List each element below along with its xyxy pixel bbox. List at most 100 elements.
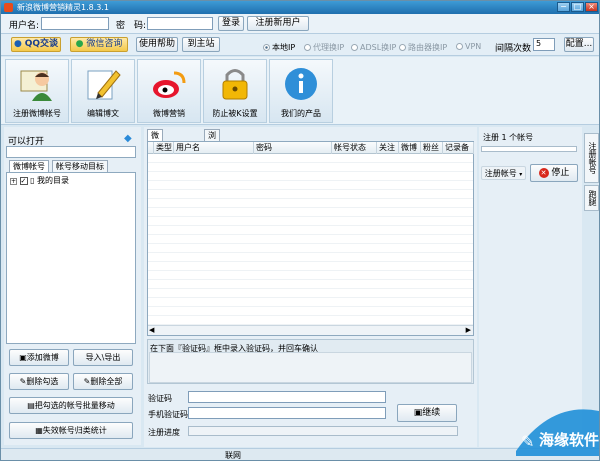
move-icon: ▤ xyxy=(27,401,35,410)
register-progress-bar xyxy=(188,426,458,436)
radio-vpn[interactable]: VPN xyxy=(456,42,481,51)
stop-icon: ✕ xyxy=(538,168,549,178)
horizontal-scrollbar[interactable]: ◀ ▶ xyxy=(148,325,473,335)
register-account-dropdown[interactable]: 注册帐号 ▾ xyxy=(481,166,526,180)
info-icon xyxy=(285,68,317,100)
tab-weibo-accounts[interactable]: 微博帐号 xyxy=(9,160,49,172)
scroll-left-icon[interactable]: ◀ xyxy=(149,326,154,334)
radio-label: 路由器换IP xyxy=(408,43,448,52)
radio-local-ip[interactable]: 本地IP xyxy=(263,42,295,53)
user-reading-icon xyxy=(20,70,52,101)
tab-move-target[interactable]: 帐号移动目标 xyxy=(52,160,108,172)
watermark-logo: 海缘软件 ✎ xyxy=(516,409,599,456)
registered-count-label: 注册 1 个帐号 xyxy=(483,133,534,142)
col-status[interactable]: 帐号状态 xyxy=(332,142,377,154)
tab-browser-ops[interactable]: 浏览器操作 xyxy=(204,129,220,184)
svg-text:海缘软件: 海缘软件 xyxy=(539,431,599,449)
anti-ban-label: 防止被K设置 xyxy=(212,109,258,118)
wechat-consult-button[interactable]: ● 微信咨询 xyxy=(70,37,128,52)
weibo-icon xyxy=(153,71,186,98)
our-products-label: 我们的产品 xyxy=(281,109,321,118)
batch-move-label: 把勾选的帐号批量移动 xyxy=(34,401,115,410)
continue-button[interactable]: ▣继续 xyxy=(397,404,457,422)
register-weibo-button[interactable]: 注册微博帐号 xyxy=(5,59,69,123)
username-input[interactable] xyxy=(41,17,109,30)
radio-adsl-ip[interactable]: ADSL换IP xyxy=(351,42,396,53)
add-weibo-button[interactable]: ▣添加微博 xyxy=(9,349,69,366)
stop-button[interactable]: ✕ 停止 xyxy=(530,164,578,182)
config-button[interactable]: 配置... xyxy=(564,37,594,52)
edit-post-button[interactable]: 编辑博文 xyxy=(71,59,135,123)
window-title: 新浪微博营销精灵1.8.3.1 xyxy=(17,3,109,12)
batch-move-button[interactable]: ▤把勾选的帐号批量移动 xyxy=(9,397,133,414)
login-button[interactable]: 登录 xyxy=(218,16,244,31)
toolbar: ● QQ交谈 ● 微信咨询 使用帮助 到主站 本地IP 代理换IP ADSL换I… xyxy=(1,34,599,56)
radio-dot-icon xyxy=(351,44,358,51)
delete-checked-label: 删除勾选 xyxy=(26,377,59,386)
anti-ban-button[interactable]: 防止被K设置 xyxy=(203,59,267,123)
login-bar: 用户名: 密 码: 登录 注册新用户 xyxy=(1,14,599,34)
captcha-area: 在下面『验证码』框中录入验证码，并回车确认 xyxy=(147,339,474,384)
folder-icon: ▯ xyxy=(30,176,35,185)
weibo-marketing-button[interactable]: 微博营销 xyxy=(137,59,201,123)
minimize-button[interactable]: − xyxy=(557,2,570,12)
col-type[interactable]: 类型 xyxy=(154,142,174,154)
expand-icon[interactable]: + xyxy=(10,178,17,185)
radio-dot-icon xyxy=(399,44,406,51)
col-username[interactable]: 用户名 xyxy=(174,142,254,154)
register-user-button[interactable]: 注册新用户 xyxy=(247,16,309,31)
captcha-label: 验证码 xyxy=(148,394,172,403)
maximize-button[interactable]: □ xyxy=(571,2,584,12)
delete-all-button[interactable]: ✎删除全部 xyxy=(73,373,133,390)
stop-label: 停止 xyxy=(551,168,570,178)
radio-router-ip[interactable]: 路由器换IP xyxy=(399,42,447,53)
interval-label: 间隔次数 xyxy=(495,44,532,54)
radio-dot-icon xyxy=(304,44,311,51)
col-follow[interactable]: 关注 xyxy=(377,142,399,154)
svg-text:✎: ✎ xyxy=(521,432,534,451)
col-weibo[interactable]: 微博 xyxy=(399,142,421,154)
radio-dot-icon xyxy=(263,44,270,51)
app-window: 新浪微博营销精灵1.8.3.1 − □ × 用户名: 密 码: 登录 注册新用户… xyxy=(0,0,600,461)
radio-dot-icon xyxy=(456,43,463,50)
checkbox-icon[interactable]: ✓ xyxy=(19,177,28,185)
radio-proxy-ip[interactable]: 代理换IP xyxy=(304,42,344,53)
captcha-image-area xyxy=(149,352,472,383)
phone-captcha-input[interactable] xyxy=(188,407,386,419)
open-path-field[interactable] xyxy=(6,146,136,158)
feature-iconbar: 注册微博帐号 编辑博文 微博营销 防止被K设置 我们的产品 xyxy=(1,57,599,125)
vtab-errand[interactable]: 跑腿 xyxy=(584,185,599,211)
invalid-stats-button[interactable]: ▦失效帐号归类统计 xyxy=(9,422,133,439)
qq-chat-label: QQ交谈 xyxy=(24,39,59,49)
account-tree[interactable]: + ✓ ▯ 我的目录 xyxy=(6,172,136,344)
network-status: 联网 xyxy=(225,451,241,460)
radio-label: ADSL换IP xyxy=(360,43,397,52)
continue-label: 继续 xyxy=(422,408,441,418)
username-label: 用户名: xyxy=(9,21,40,31)
our-products-button[interactable]: 我们的产品 xyxy=(269,59,333,123)
col-password[interactable]: 密码 xyxy=(254,142,332,154)
go-site-button[interactable]: 到主站 xyxy=(182,37,220,52)
pencil-icon xyxy=(87,70,121,100)
col-fans[interactable]: 粉丝 xyxy=(421,142,443,154)
close-button[interactable]: × xyxy=(585,2,598,12)
password-input[interactable] xyxy=(147,17,213,30)
tree-node-root[interactable]: + ✓ ▯ 我的目录 xyxy=(10,175,69,186)
scroll-right-icon[interactable]: ▶ xyxy=(466,326,471,334)
vtab-register-account[interactable]: 注册帐号 xyxy=(584,133,599,183)
help-button[interactable]: 使用帮助 xyxy=(136,37,178,52)
wechat-icon: ● xyxy=(75,39,84,49)
captcha-input[interactable] xyxy=(188,391,386,403)
invalid-stats-label: 失效帐号归类统计 xyxy=(42,426,107,435)
tab-account-list[interactable]: 微博帐号列表 xyxy=(147,129,163,195)
col-notes[interactable]: 记录备 xyxy=(443,142,474,154)
status-bar: 联网 xyxy=(1,448,599,460)
account-table[interactable]: 类型 用户名 密码 帐号状态 关注 微博 粉丝 记录备 ◀ ▶ xyxy=(147,141,474,336)
qq-chat-button[interactable]: ● QQ交谈 xyxy=(11,37,61,52)
register-account-label: 注册帐号 xyxy=(484,169,517,178)
delete-checked-button[interactable]: ✎删除勾选 xyxy=(9,373,69,390)
interval-spinner[interactable]: 5 xyxy=(533,38,555,51)
progress-label: 注册进度 xyxy=(148,428,180,437)
table-body xyxy=(148,154,473,325)
import-export-button[interactable]: 导入\导出 xyxy=(73,349,133,366)
